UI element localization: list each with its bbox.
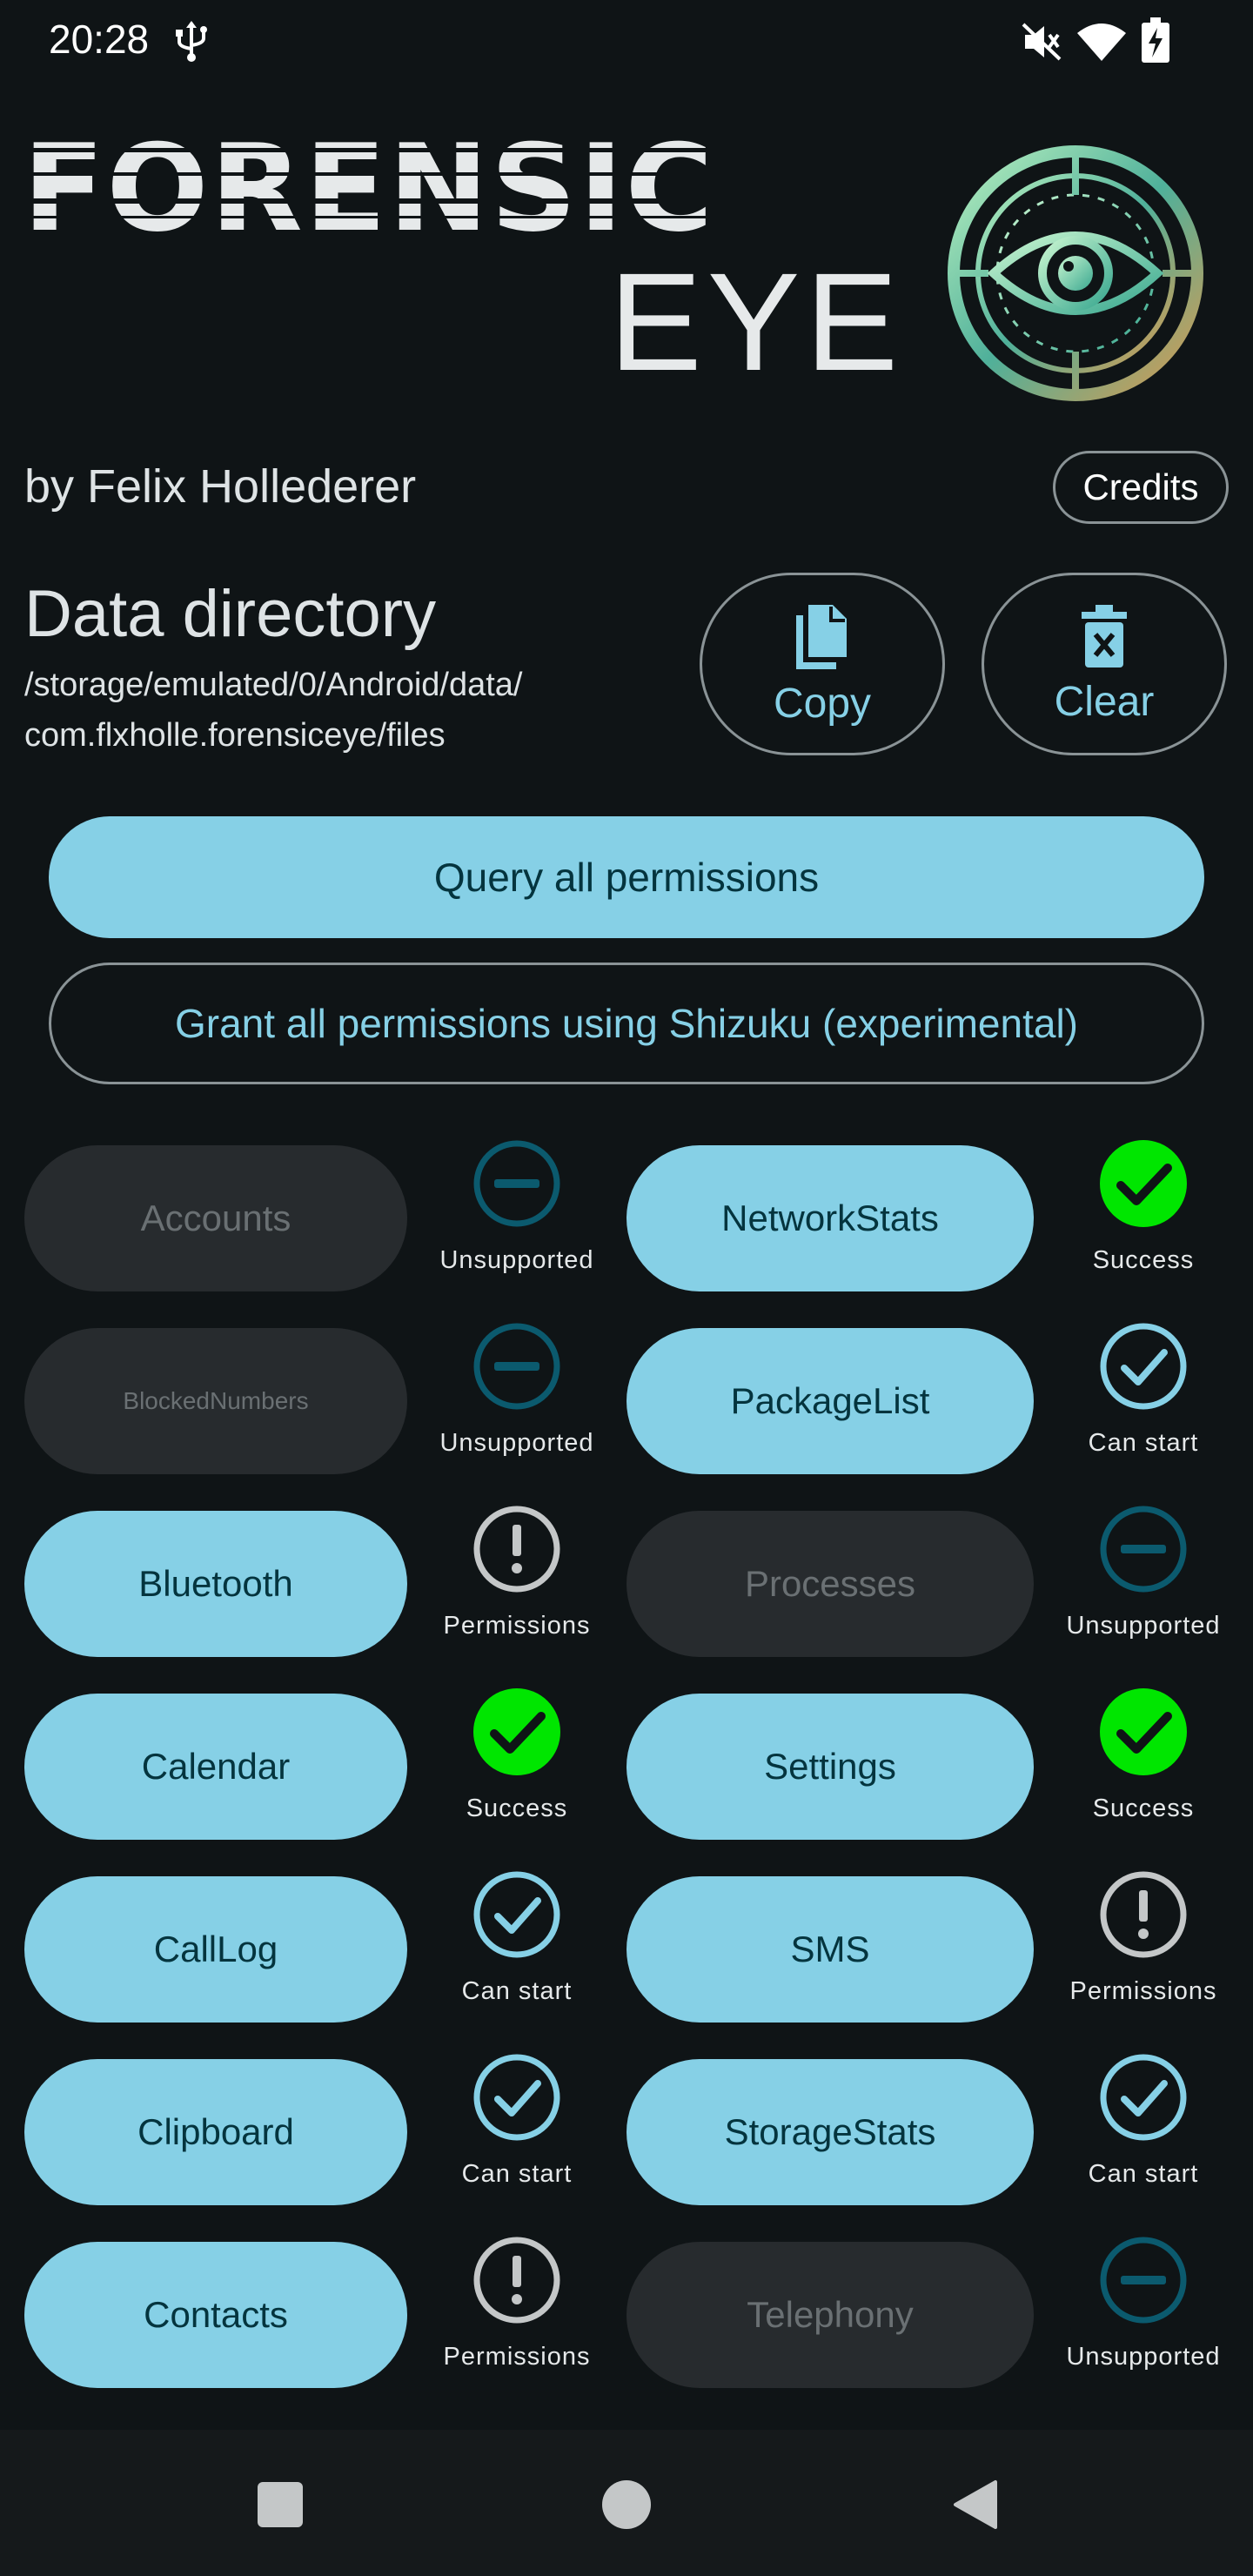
data-directory-path: /storage/emulated/0/Android/data/ com.fl…	[24, 660, 651, 761]
status-label: Unsupported	[1066, 1612, 1221, 1640]
clear-button[interactable]: Clear	[982, 573, 1227, 755]
status-label: Permissions	[1069, 1977, 1217, 2005]
copy-button[interactable]: Copy	[700, 573, 945, 755]
delete-icon	[1082, 604, 1127, 667]
module-button-networkstats[interactable]: NetworkStats	[626, 1145, 1034, 1291]
status-label: Success	[1092, 1246, 1195, 1274]
home-icon[interactable]	[602, 2480, 651, 2529]
status-time: 20:28	[49, 17, 150, 62]
module-button-bluetooth[interactable]: Bluetooth	[24, 1511, 407, 1657]
eye-emblem-icon	[948, 145, 1203, 401]
status-label: Can start	[1088, 2160, 1199, 2188]
module-button-calllog[interactable]: CallLog	[24, 1876, 407, 2023]
status-label: Unsupported	[439, 1246, 594, 1274]
module-button-accounts: Accounts	[24, 1145, 407, 1291]
module-status-sms: Permissions	[1056, 1869, 1230, 2017]
module-status-accounts: Unsupported	[430, 1138, 604, 1286]
module-button-blockednumbers: BlockedNumbers	[24, 1328, 407, 1474]
success-check-icon	[473, 1688, 560, 1775]
module-button-sms[interactable]: SMS	[626, 1876, 1034, 2023]
module-status-blockednumbers: Unsupported	[430, 1321, 604, 1469]
nav-bar	[0, 2430, 1253, 2576]
module-status-bluetooth: Permissions	[430, 1504, 604, 1652]
module-button-storagestats[interactable]: StorageStats	[626, 2059, 1034, 2205]
unsupported-minus-icon	[1100, 2237, 1187, 2324]
success-check-icon	[1100, 1688, 1187, 1775]
module-status-contacts: Permissions	[430, 2235, 604, 2383]
recents-icon[interactable]	[258, 2482, 303, 2527]
module-status-calendar: Success	[430, 1687, 604, 1835]
credits-button[interactable]: Credits	[1053, 451, 1229, 524]
status-label: Permissions	[443, 2343, 591, 2371]
status-label: Permissions	[443, 1612, 591, 1640]
permissions-alert-icon	[473, 2237, 560, 2324]
data-directory-title: Data directory	[24, 577, 437, 651]
query-all-permissions-button[interactable]: Query all permissions	[49, 816, 1204, 938]
success-check-icon	[1100, 1140, 1187, 1227]
module-status-clipboard: Can start	[430, 2052, 604, 2200]
status-label: Can start	[1088, 1429, 1199, 1457]
data-directory-path-line2: com.flxholle.forensiceye/files	[24, 717, 446, 754]
status-label: Can start	[461, 2160, 573, 2188]
module-status-processes: Unsupported	[1056, 1504, 1230, 1652]
forensic-logo-text: FORENSIC	[23, 122, 754, 252]
back-icon[interactable]	[950, 2479, 999, 2531]
module-status-packagelist: Can start	[1056, 1321, 1230, 1469]
module-button-processes: Processes	[626, 1511, 1034, 1657]
can-start-check-icon	[473, 2054, 560, 2141]
copy-label: Copy	[773, 680, 872, 727]
grant-shizuku-button[interactable]: Grant all permissions using Shizuku (exp…	[49, 963, 1204, 1084]
can-start-check-icon	[1100, 2054, 1187, 2141]
module-status-storagestats: Can start	[1056, 2052, 1230, 2200]
module-button-settings[interactable]: Settings	[626, 1694, 1034, 1840]
author-text: by Felix Hollederer	[24, 460, 417, 513]
permissions-alert-icon	[473, 1506, 560, 1593]
unsupported-minus-icon	[473, 1140, 560, 1227]
status-label: Success	[1092, 1794, 1195, 1822]
data-directory-path-line1: /storage/emulated/0/Android/data/	[24, 667, 523, 703]
clear-label: Clear	[1054, 678, 1155, 725]
module-button-packagelist[interactable]: PackageList	[626, 1328, 1034, 1474]
module-status-telephony: Unsupported	[1056, 2235, 1230, 2383]
usb-icon	[176, 21, 207, 62]
module-button-contacts[interactable]: Contacts	[24, 2242, 407, 2388]
status-label: Can start	[461, 1977, 573, 2005]
status-label: Unsupported	[439, 1429, 594, 1457]
unsupported-minus-icon	[1100, 1506, 1187, 1593]
module-button-telephony: Telephony	[626, 2242, 1034, 2388]
unsupported-minus-icon	[473, 1323, 560, 1410]
module-status-settings: Success	[1056, 1687, 1230, 1835]
status-label: Success	[466, 1794, 568, 1822]
module-button-calendar[interactable]: Calendar	[24, 1694, 407, 1840]
logo-subtitle: EYE	[609, 244, 904, 399]
module-status-networkstats: Success	[1056, 1138, 1230, 1286]
wifi-icon	[1077, 23, 1126, 61]
can-start-check-icon	[473, 1871, 560, 1958]
can-start-check-icon	[1100, 1323, 1187, 1410]
logo-title-text: FORENSIC	[23, 122, 715, 252]
copy-icon	[796, 604, 847, 669]
permissions-alert-icon	[1100, 1871, 1187, 1958]
module-button-clipboard[interactable]: Clipboard	[24, 2059, 407, 2205]
battery-charging-icon	[1142, 17, 1169, 63]
mute-icon	[1022, 23, 1062, 61]
module-status-calllog: Can start	[430, 1869, 604, 2017]
status-label: Unsupported	[1066, 2343, 1221, 2371]
status-bar: 20:28	[0, 0, 1253, 84]
